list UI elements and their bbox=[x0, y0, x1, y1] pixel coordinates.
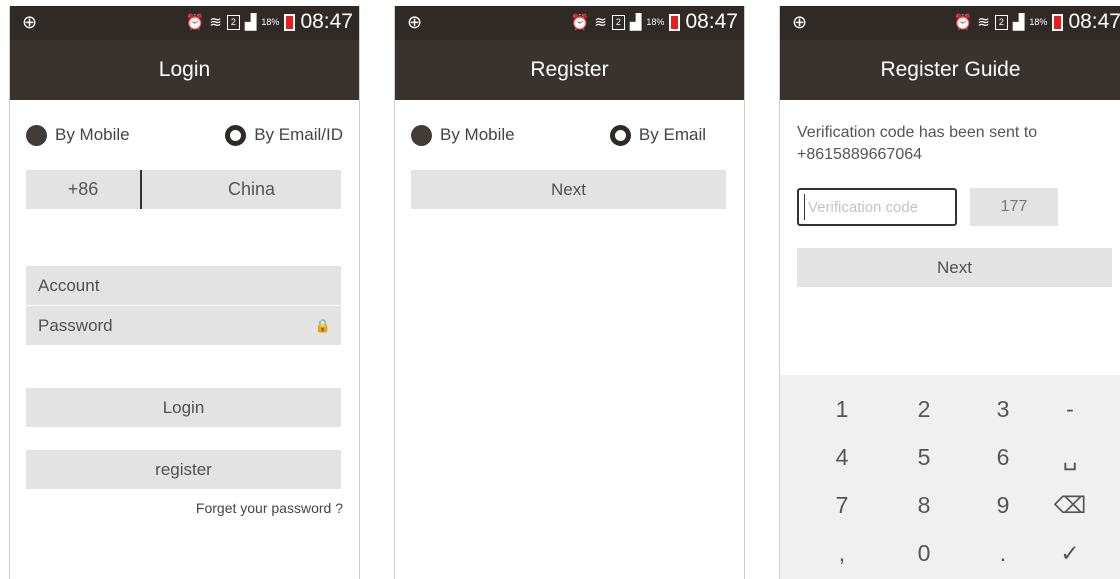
signal-icon: ▟ bbox=[1012, 14, 1025, 31]
radio-label: By Mobile bbox=[55, 125, 130, 144]
register-guide-screen: ⊕ ⏰ ≋ 2 ▟ 18% 08:47 Register Guide Verif… bbox=[779, 6, 1120, 579]
forget-password-link[interactable]: Forget your password ? bbox=[196, 500, 343, 516]
login-screen: ⊕ ⏰ ≋ 2 ▟ 18% 08:47 Login By Mobile By E… bbox=[9, 6, 360, 579]
battery-charging-icon bbox=[284, 13, 296, 31]
space-icon[interactable]: ␣ bbox=[1040, 437, 1100, 477]
backspace-icon[interactable]: ⌫ bbox=[1040, 485, 1100, 525]
plus-circle-icon: ⊕ bbox=[22, 12, 38, 32]
wifi-icon: ≋ bbox=[977, 14, 990, 31]
sim-icon: 2 bbox=[994, 14, 1008, 30]
country-code: +86 bbox=[67, 179, 99, 199]
password-placeholder: Password bbox=[38, 315, 113, 335]
key-7[interactable]: 7 bbox=[812, 485, 872, 525]
country-name: China bbox=[227, 179, 276, 199]
alarm-icon: ⏰ bbox=[570, 14, 590, 31]
radio-by-email[interactable]: By Email/ID bbox=[225, 124, 343, 146]
login-button[interactable]: Login bbox=[26, 388, 341, 427]
radio-selected-icon bbox=[609, 124, 631, 146]
wifi-icon: ≋ bbox=[209, 14, 222, 31]
radio-by-mobile[interactable]: By Mobile bbox=[26, 124, 130, 146]
key-5[interactable]: 5 bbox=[894, 437, 954, 477]
clock: 08:47 bbox=[1068, 10, 1120, 33]
battery-percent: 18% bbox=[646, 17, 665, 27]
status-bar: ⊕ ⏰ ≋ 2 ▟ 18% 08:47 bbox=[395, 6, 744, 40]
lock-icon: 🔒 bbox=[314, 317, 331, 333]
register-screen: ⊕ ⏰ ≋ 2 ▟ 18% 08:47 Register By Mobile B… bbox=[394, 6, 745, 579]
radio-label: By Mobile bbox=[440, 125, 515, 144]
numeric-keypad: 1 2 3 - 4 5 6 ␣ 7 8 9 ⌫ , 0 . ✓ bbox=[780, 375, 1120, 579]
battery-percent: 18% bbox=[1029, 17, 1048, 27]
page-title: Register bbox=[395, 40, 744, 100]
sim-icon: 2 bbox=[611, 14, 625, 30]
key-9[interactable]: 9 bbox=[973, 485, 1033, 525]
key-8[interactable]: 8 bbox=[894, 485, 954, 525]
next-button[interactable]: Next bbox=[797, 248, 1112, 287]
plus-circle-icon: ⊕ bbox=[407, 12, 423, 32]
account-placeholder: Account bbox=[38, 275, 100, 295]
register-button[interactable]: register bbox=[26, 450, 341, 489]
plus-circle-icon: ⊕ bbox=[792, 12, 808, 32]
page-title: Login bbox=[10, 40, 359, 100]
country-selector[interactable]: +86 China bbox=[26, 170, 341, 209]
alarm-icon: ⏰ bbox=[953, 14, 973, 31]
key-comma[interactable]: , bbox=[812, 533, 872, 573]
wifi-icon: ≋ bbox=[594, 14, 607, 31]
resend-countdown[interactable]: 177 bbox=[970, 188, 1058, 226]
alarm-icon: ⏰ bbox=[185, 14, 205, 31]
status-bar: ⊕ ⏰ ≋ 2 ▟ 18% 08:47 bbox=[780, 6, 1120, 40]
key-period[interactable]: . bbox=[973, 533, 1033, 573]
radio-unselected-icon bbox=[411, 124, 432, 146]
done-check-icon[interactable]: ✓ bbox=[1040, 533, 1100, 573]
register-method-radio-group: By Mobile By Email bbox=[411, 122, 706, 148]
radio-selected-icon bbox=[225, 124, 247, 146]
clock: 08:47 bbox=[300, 10, 353, 33]
battery-charging-icon bbox=[1052, 13, 1064, 31]
verification-code-input[interactable] bbox=[805, 197, 950, 217]
radio-unselected-icon bbox=[26, 124, 47, 146]
key-2[interactable]: 2 bbox=[894, 389, 954, 429]
sim-icon: 2 bbox=[226, 14, 240, 30]
verification-message: Verification code has been sent to +8615… bbox=[797, 124, 1038, 163]
login-method-radio-group: By Mobile By Email/ID bbox=[26, 122, 343, 148]
next-button[interactable]: Next bbox=[411, 170, 726, 209]
signal-icon: ▟ bbox=[629, 14, 642, 31]
battery-charging-icon bbox=[669, 13, 681, 31]
key-0[interactable]: 0 bbox=[894, 533, 954, 573]
radio-by-email[interactable]: By Email bbox=[609, 124, 706, 146]
page-title: Register Guide bbox=[780, 40, 1120, 100]
verification-code-input-wrapper[interactable] bbox=[797, 188, 957, 226]
status-bar: ⊕ ⏰ ≋ 2 ▟ 18% 08:47 bbox=[10, 6, 359, 40]
radio-label: By Email/ID bbox=[254, 125, 343, 144]
key-3[interactable]: 3 bbox=[973, 389, 1033, 429]
key-1[interactable]: 1 bbox=[812, 389, 872, 429]
password-field[interactable]: Password 🔒 bbox=[26, 306, 341, 345]
key-6[interactable]: 6 bbox=[973, 437, 1033, 477]
radio-by-mobile[interactable]: By Mobile bbox=[411, 124, 515, 146]
battery-percent: 18% bbox=[261, 17, 280, 27]
key-minus[interactable]: - bbox=[1040, 389, 1100, 429]
key-4[interactable]: 4 bbox=[812, 437, 872, 477]
clock: 08:47 bbox=[685, 10, 738, 33]
radio-label: By Email bbox=[638, 125, 706, 144]
account-field[interactable]: Account bbox=[26, 266, 341, 305]
signal-icon: ▟ bbox=[244, 14, 257, 31]
